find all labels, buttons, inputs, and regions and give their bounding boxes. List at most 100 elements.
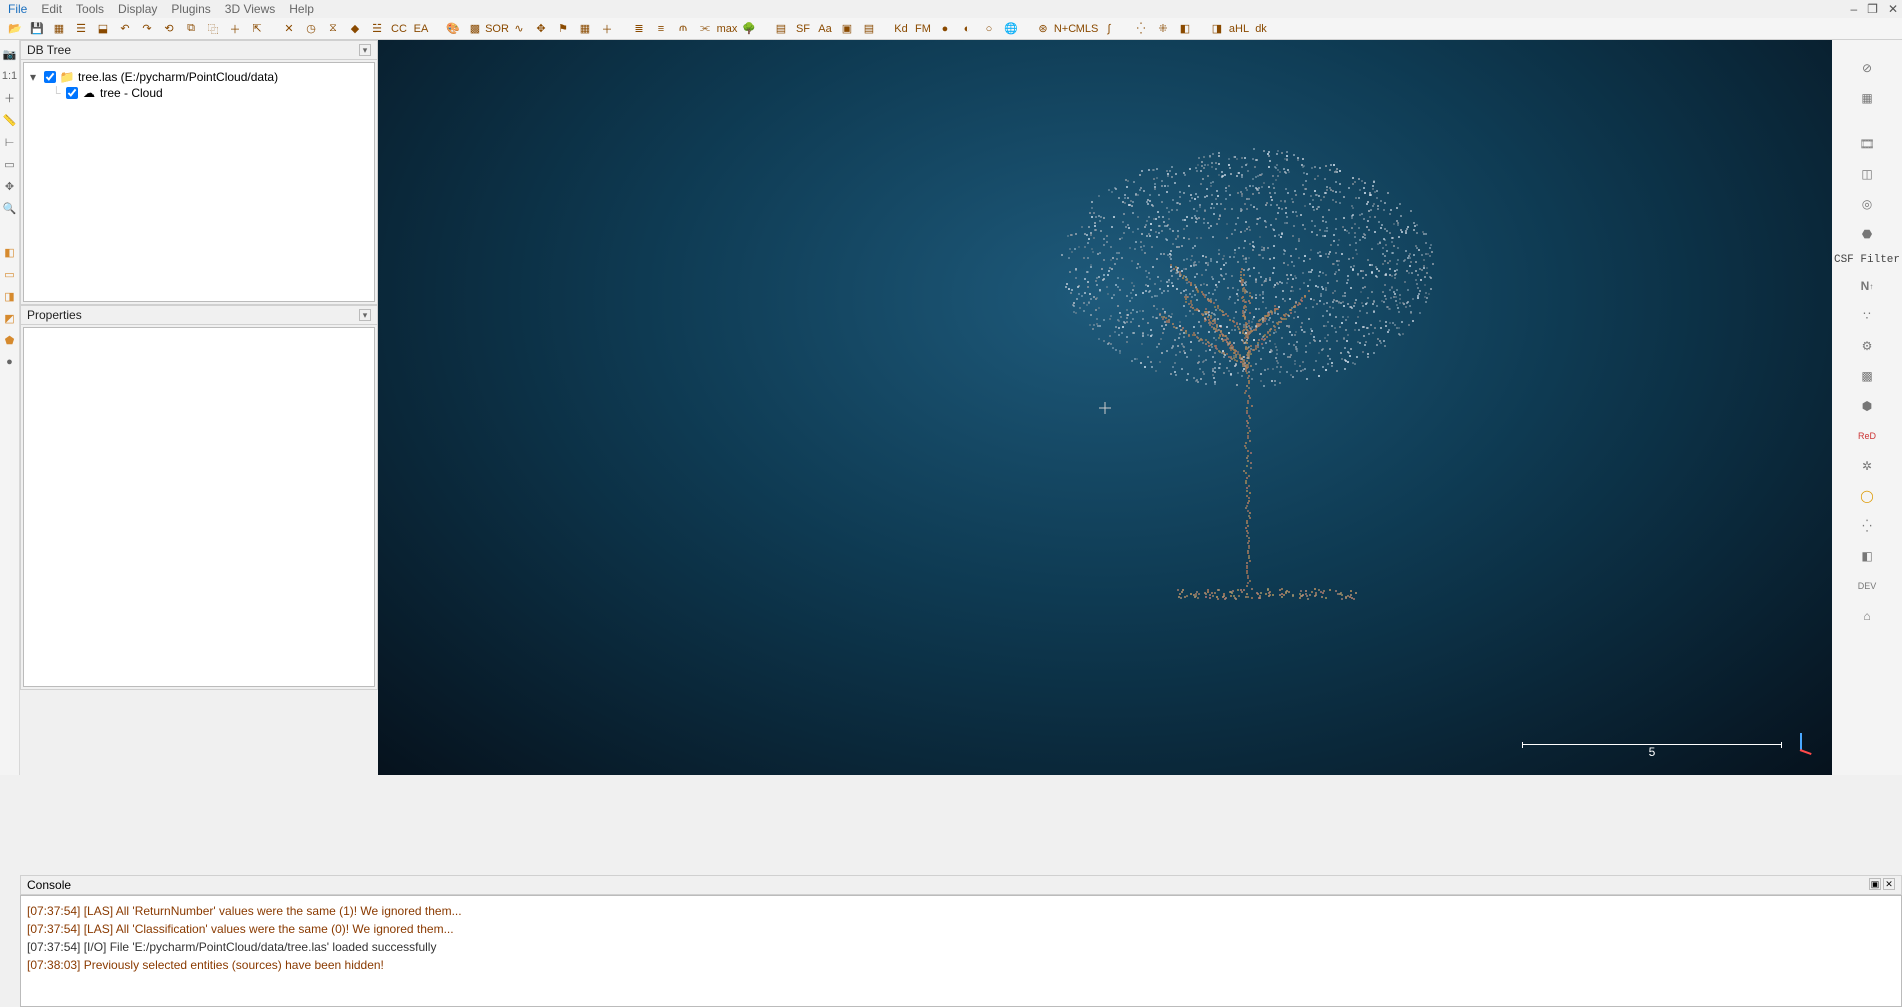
menu-help[interactable]: Help bbox=[289, 2, 314, 16]
globe2-icon[interactable]: ⊛ bbox=[1034, 20, 1052, 38]
dots2-icon[interactable]: ⁜ bbox=[1154, 20, 1172, 38]
mls-icon[interactable]: MLS bbox=[1078, 20, 1096, 38]
sor-icon[interactable]: SOR bbox=[488, 20, 506, 38]
curve-icon[interactable]: ∿ bbox=[510, 20, 528, 38]
3d-viewport[interactable]: 5 bbox=[378, 40, 1832, 775]
max-icon[interactable]: max bbox=[718, 20, 736, 38]
sphere1-icon[interactable]: ● bbox=[936, 20, 954, 38]
no-entry-icon[interactable]: ⊘ bbox=[1855, 56, 1879, 80]
fonts-icon[interactable]: Aa bbox=[816, 20, 834, 38]
sphere3-icon[interactable]: ○ bbox=[980, 20, 998, 38]
list-icon[interactable]: ☰ bbox=[72, 20, 90, 38]
layers-icon[interactable]: ☱ bbox=[368, 20, 386, 38]
checker-icon[interactable]: ▩ bbox=[466, 20, 484, 38]
move-icon[interactable]: ✥ bbox=[2, 178, 18, 194]
menu-edit[interactable]: Edit bbox=[41, 2, 62, 16]
ea-icon[interactable]: EA bbox=[412, 20, 430, 38]
cube2-icon[interactable]: ◨ bbox=[1208, 20, 1226, 38]
red-icon[interactable]: ReD bbox=[1855, 424, 1879, 448]
duplicate-icon[interactable]: ⿻ bbox=[204, 20, 222, 38]
fm-icon[interactable]: FM bbox=[914, 20, 932, 38]
ahl-icon[interactable]: aHL bbox=[1230, 20, 1248, 38]
delete-x-icon[interactable]: ✕ bbox=[280, 20, 298, 38]
nplus-c-icon[interactable]: N+C bbox=[1056, 20, 1074, 38]
pages-icon[interactable]: ▤ bbox=[772, 20, 790, 38]
menu-display[interactable]: Display bbox=[118, 2, 157, 16]
zoom-icon[interactable]: 🔍 bbox=[2, 200, 18, 216]
close-icon[interactable]: ✕ bbox=[1888, 2, 1898, 16]
db-tree-body[interactable]: ▾ 📁 tree.las (E:/pycharm/PointCloud/data… bbox=[23, 62, 375, 302]
cube3d2-icon[interactable]: ◩ bbox=[2, 310, 18, 326]
target-icon[interactable]: ◎ bbox=[1855, 192, 1879, 216]
menu-plugins[interactable]: Plugins bbox=[171, 2, 210, 16]
ruler-blue-icon[interactable]: 📏 bbox=[2, 112, 18, 128]
move-xyz-icon[interactable]: ✥ bbox=[532, 20, 550, 38]
shield-icon[interactable]: ⬣ bbox=[1855, 222, 1879, 246]
plus2-icon[interactable]: ＋ bbox=[598, 20, 616, 38]
sf-icon[interactable]: SF bbox=[794, 20, 812, 38]
box-icon[interactable]: ▭ bbox=[2, 156, 18, 172]
grid-icon[interactable]: ▦ bbox=[50, 20, 68, 38]
process-icon[interactable]: ⚙ bbox=[1855, 334, 1879, 358]
canupo-classify-icon[interactable]: ▤ bbox=[860, 20, 878, 38]
hex-icon[interactable]: ⬢ bbox=[1855, 394, 1879, 418]
ruler-icon[interactable]: ⊢ bbox=[2, 134, 18, 150]
add-plus-icon[interactable]: ＋ bbox=[226, 20, 244, 38]
console-dock-icon[interactable]: ▣ bbox=[1869, 878, 1881, 890]
dev-label[interactable]: DEV bbox=[1855, 574, 1879, 598]
align-icon[interactable]: ⬓ bbox=[94, 20, 112, 38]
plate-icon[interactable]: ⌂ bbox=[1855, 604, 1879, 628]
cube3d-icon[interactable]: ◨ bbox=[2, 288, 18, 304]
texture-icon[interactable]: ▦ bbox=[1855, 86, 1879, 110]
gear-icon[interactable]: ✲ bbox=[1855, 454, 1879, 478]
console-body[interactable]: [07:37:54] [LAS] All 'ReturnNumber' valu… bbox=[20, 895, 1902, 1007]
tree-root-checkbox[interactable] bbox=[44, 71, 56, 83]
sine-icon[interactable]: ∫ bbox=[1100, 20, 1118, 38]
menu-tools[interactable]: Tools bbox=[76, 2, 104, 16]
bars-icon[interactable]: ≣ bbox=[630, 20, 648, 38]
diamond-icon[interactable]: ◆ bbox=[346, 20, 364, 38]
tree-expand-icon[interactable]: ▾ bbox=[30, 70, 40, 84]
tree-icon-icon[interactable]: 🌳 bbox=[740, 20, 758, 38]
kd-icon[interactable]: Kd bbox=[892, 20, 910, 38]
stats-icon[interactable]: ⫙ bbox=[674, 20, 692, 38]
open-file-icon[interactable]: 📂 bbox=[6, 20, 24, 38]
console-close-icon[interactable]: ✕ bbox=[1883, 878, 1895, 890]
clouddots-icon[interactable]: ∵ bbox=[1855, 304, 1879, 328]
front-icon[interactable]: ▭ bbox=[2, 266, 18, 282]
tree-item-root[interactable]: ▾ 📁 tree.las (E:/pycharm/PointCloud/data… bbox=[30, 69, 368, 85]
camera-icon[interactable]: 📷 bbox=[2, 46, 18, 62]
cube-orange-icon[interactable]: ◧ bbox=[2, 244, 18, 260]
menu-file[interactable]: File bbox=[8, 2, 27, 16]
ellipse-icon[interactable]: ◯ bbox=[1855, 484, 1879, 508]
link-icon[interactable]: ⧖ bbox=[324, 20, 342, 38]
redo-icon[interactable]: ↷ bbox=[138, 20, 156, 38]
tree-child-checkbox[interactable] bbox=[66, 87, 78, 99]
save-file-icon[interactable]: 💾 bbox=[28, 20, 46, 38]
minimize-icon[interactable]: – bbox=[1850, 2, 1857, 16]
dot-icon[interactable]: ● bbox=[2, 354, 18, 370]
clock-icon[interactable]: ◷ bbox=[302, 20, 320, 38]
blank-icon[interactable] bbox=[2, 222, 18, 238]
canupo-create-icon[interactable]: ▣ bbox=[838, 20, 856, 38]
maximize-icon[interactable]: ❐ bbox=[1867, 2, 1878, 16]
menu-3dviews[interactable]: 3D Views bbox=[225, 2, 275, 16]
flag-icon[interactable]: ⚑ bbox=[554, 20, 572, 38]
tree-item-child[interactable]: └ ☁ tree - Cloud bbox=[52, 85, 368, 101]
chain-icon[interactable]: ⫘ bbox=[696, 20, 714, 38]
iso-icon[interactable]: ⬟ bbox=[2, 332, 18, 348]
bars2-icon[interactable]: ≡ bbox=[652, 20, 670, 38]
undo-icon[interactable]: ↶ bbox=[116, 20, 134, 38]
grid2-icon[interactable]: ▦ bbox=[576, 20, 594, 38]
clip-icon[interactable]: ◫ bbox=[1855, 162, 1879, 186]
film-icon[interactable]: 🎞 bbox=[1855, 132, 1879, 156]
dots1-icon[interactable]: ⁛ bbox=[1132, 20, 1150, 38]
properties-body[interactable] bbox=[23, 327, 375, 687]
north-icon[interactable]: N↑ bbox=[1855, 274, 1879, 298]
export-icon[interactable]: ⇱ bbox=[248, 20, 266, 38]
cube1-icon[interactable]: ◧ bbox=[1176, 20, 1194, 38]
globe1-icon[interactable]: 🌐 bbox=[1002, 20, 1020, 38]
dk-icon[interactable]: dk bbox=[1252, 20, 1270, 38]
dots3-icon[interactable]: ⁛ bbox=[1855, 514, 1879, 538]
dbtree-close-icon[interactable]: ▾ bbox=[359, 44, 371, 56]
